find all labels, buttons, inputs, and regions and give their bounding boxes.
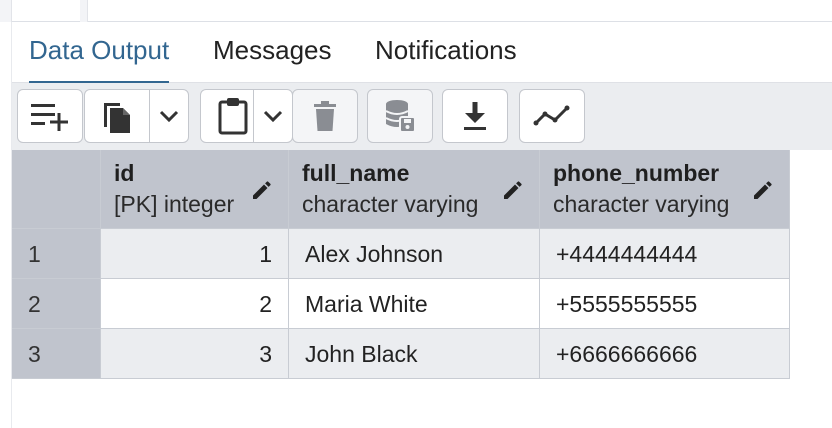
cell-id[interactable]: 3 [101,329,289,379]
tab-notifications[interactable]: Notifications [375,22,517,83]
column-header-phone-number[interactable]: phone_number character varying [540,150,790,229]
add-row-button[interactable] [17,89,83,143]
save-data-button[interactable] [367,89,433,143]
cell-full-name[interactable]: John Black [289,329,540,379]
cell-full-name[interactable]: Alex Johnson [289,229,540,279]
cell-phone-number[interactable]: +4444444444 [540,229,790,279]
graph-icon [533,105,570,126]
cell-phone-number[interactable]: +5555555555 [540,279,790,329]
pencil-icon[interactable] [751,178,775,202]
chevron-down-icon [159,110,179,123]
row-number[interactable]: 3 [12,329,101,379]
table-row: 3 3 John Black +6666666666 [12,329,790,379]
download-button[interactable] [442,89,508,143]
graph-visualiser-button[interactable] [519,89,585,143]
row-number[interactable]: 2 [12,279,101,329]
select-all-corner[interactable] [12,150,101,229]
row-number[interactable]: 1 [12,229,101,279]
cell-phone-number[interactable]: +6666666666 [540,329,790,379]
column-header-id[interactable]: id [PK] integer [101,150,289,229]
data-toolbar [12,83,832,150]
tab-messages[interactable]: Messages [213,22,332,83]
result-grid: id [PK] integer full_name character vary… [12,150,790,379]
table-row: 2 2 Maria White +5555555555 [12,279,790,329]
tab-data-output[interactable]: Data Output [29,22,170,84]
cell-id[interactable]: 2 [101,279,289,329]
results-tabs: Data Output Messages Notifications [12,22,832,84]
paste-icon [218,98,248,135]
copy-icon [104,103,130,133]
side-edge [0,22,12,428]
pencil-icon[interactable] [501,178,525,202]
add-row-icon [31,104,68,131]
save-data-icon [385,100,416,133]
cell-id[interactable]: 1 [101,229,289,279]
chevron-down-icon [263,110,283,123]
table-row: 1 1 Alex Johnson +4444444444 [12,229,790,279]
copy-button[interactable] [84,89,150,143]
grid-header-row: id [PK] integer full_name character vary… [12,150,790,229]
cell-full-name[interactable]: Maria White [289,279,540,329]
delete-button[interactable] [292,89,358,143]
copy-options-dropdown[interactable] [149,89,189,143]
panel-divider [80,0,88,22]
top-panel-edge [0,0,832,22]
pencil-icon[interactable] [250,178,274,202]
column-header-full-name[interactable]: full_name character varying [289,150,540,229]
panel-left-edge [0,0,12,22]
download-icon [464,102,486,130]
delete-icon [314,101,336,131]
paste-options-dropdown[interactable] [253,89,293,143]
